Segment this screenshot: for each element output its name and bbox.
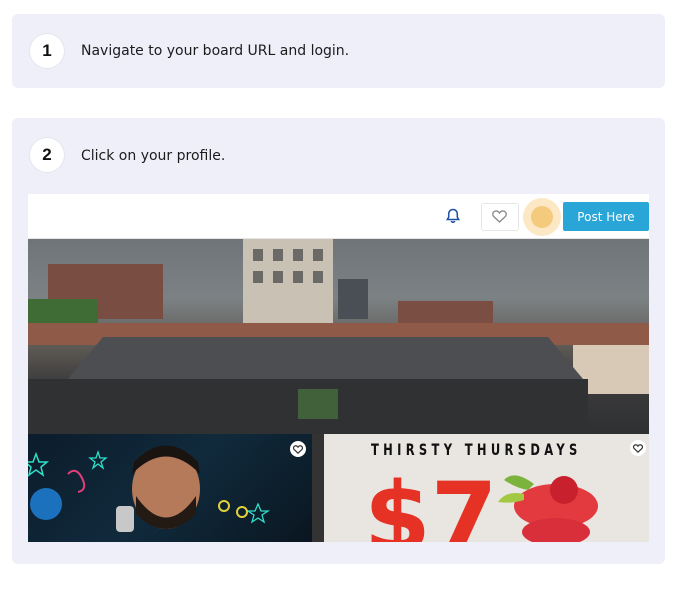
bell-icon[interactable] xyxy=(445,208,461,229)
post-tile-promo[interactable]: THIRSTY THURSDAYS $7 xyxy=(324,434,649,542)
heart-icon xyxy=(492,210,507,223)
step-screenshot: Post Here THIRSTY THURSDAYS $7 xyxy=(28,194,649,542)
post-tile-performer[interactable] xyxy=(28,434,312,542)
step-number: 1 xyxy=(30,34,64,68)
step-text: Navigate to your board URL and login. xyxy=(81,43,350,59)
step-card-1: 1 Navigate to your board URL and login. xyxy=(12,14,665,88)
board-header: Post Here xyxy=(28,194,649,239)
board-banner-image: nity-forum xyxy=(28,239,649,472)
step-card-2: 2 Click on your profile. Post Here THIRS… xyxy=(12,118,665,564)
step-text: Click on your profile. xyxy=(81,148,226,164)
step-number: 2 xyxy=(30,138,64,172)
avatar[interactable] xyxy=(531,206,553,228)
heart-icon[interactable] xyxy=(290,441,306,457)
post-here-button[interactable]: Post Here xyxy=(563,202,649,231)
favorites-button[interactable] xyxy=(481,203,519,231)
heart-icon[interactable] xyxy=(630,440,646,456)
